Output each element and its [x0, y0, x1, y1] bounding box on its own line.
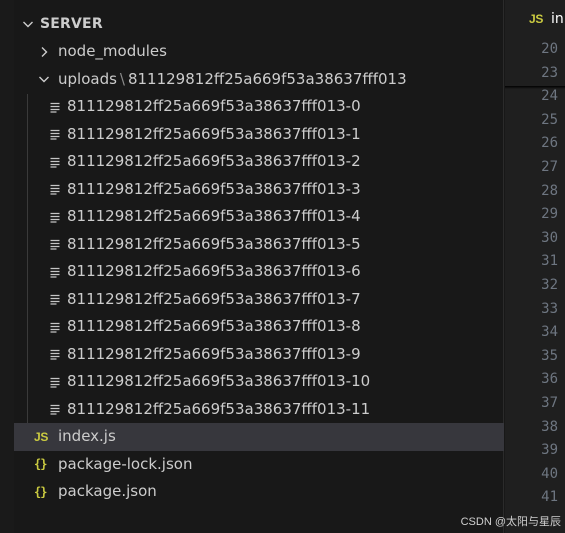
folder-label: uploads	[58, 69, 117, 88]
file-label: 811129812ff25a669f53a38637fff013-10	[67, 372, 371, 391]
tree-item-chunk-file[interactable]: 811129812ff25a669f53a38637fff013-0	[14, 93, 504, 121]
file-lines-icon	[48, 236, 64, 252]
watermark: CSDN @太阳与星辰	[460, 516, 561, 528]
chevron-right-icon	[36, 44, 52, 60]
explorer-panel: SERVER node_modules uploads \ 811129812f…	[0, 0, 504, 533]
section-header-server[interactable]: SERVER	[14, 10, 504, 38]
tree-item-chunk-file[interactable]: 811129812ff25a669f53a38637fff013-5	[14, 231, 504, 259]
line-number: 31	[541, 253, 558, 270]
file-lines-icon	[48, 374, 64, 390]
line-number: 39	[541, 442, 558, 459]
file-label: 811129812ff25a669f53a38637fff013-2	[67, 152, 361, 171]
file-label: package.json	[58, 482, 157, 501]
file-label: 811129812ff25a669f53a38637fff013-7	[67, 289, 361, 308]
file-lines-icon	[48, 264, 64, 280]
line-number: 34	[541, 324, 558, 341]
file-label: package-lock.json	[58, 454, 193, 473]
file-tree: SERVER node_modules uploads \ 811129812f…	[14, 10, 504, 506]
file-label: 811129812ff25a669f53a38637fff013-1	[67, 124, 361, 143]
tree-item-package-json[interactable]: {} package.json	[14, 478, 504, 506]
file-label: 811129812ff25a669f53a38637fff013-9	[67, 344, 361, 363]
line-number-gutter: 20 23 24 25 26 27 28 29 30 31 32 33 34 35 36 37 38 39 40…	[518, 38, 558, 510]
file-lines-icon	[48, 346, 64, 362]
file-label: 811129812ff25a669f53a38637fff013-11	[67, 399, 371, 418]
tree-item-chunk-file[interactable]: 811129812ff25a669f53a38637fff013-6	[14, 258, 504, 286]
subfolder-label: 811129812ff25a669f53a38637fff013	[127, 69, 407, 88]
file-lines-icon	[48, 291, 64, 307]
tree-item-chunk-file[interactable]: 811129812ff25a669f53a38637fff013-11	[14, 396, 504, 424]
sticky-line-number: 20	[541, 41, 558, 57]
tree-item-chunk-file[interactable]: 811129812ff25a669f53a38637fff013-9	[14, 341, 504, 369]
editor-area: JS in 20 23 24 25 26 27 28 29 30 31 32 33 34 35 36 37…	[505, 0, 565, 533]
tree-item-chunk-file[interactable]: 811129812ff25a669f53a38637fff013-3	[14, 176, 504, 204]
sticky-scroll-shadow	[505, 86, 565, 89]
tree-item-node-modules[interactable]: node_modules	[14, 38, 504, 66]
tree-item-package-lock-json[interactable]: {} package-lock.json	[14, 451, 504, 479]
file-label: 811129812ff25a669f53a38637fff013-3	[67, 179, 361, 198]
file-lines-icon	[48, 126, 64, 142]
tree-item-chunk-file[interactable]: 811129812ff25a669f53a38637fff013-8	[14, 313, 504, 341]
file-lines-icon	[48, 209, 64, 225]
file-lines-icon	[48, 401, 64, 417]
file-label: 811129812ff25a669f53a38637fff013-4	[67, 207, 361, 226]
file-lines-icon	[48, 319, 64, 335]
file-label: index.js	[58, 427, 116, 446]
path-separator: \	[119, 69, 125, 88]
file-label: 811129812ff25a669f53a38637fff013-8	[67, 317, 361, 336]
tree-item-chunk-file[interactable]: 811129812ff25a669f53a38637fff013-1	[14, 121, 504, 149]
tree-item-index-js[interactable]: JS index.js	[14, 423, 504, 451]
line-number: 32	[541, 276, 558, 293]
line-number: 29	[541, 206, 558, 223]
line-number: 30	[541, 229, 558, 246]
line-number: 37	[541, 394, 558, 411]
line-number: 40	[541, 465, 558, 482]
line-number: 26	[541, 135, 558, 152]
line-number: 25	[541, 111, 558, 128]
line-number-list: 24 25 26 27 28 29 30 31 32 33 34 35 36 37 38 39 40 41	[518, 85, 558, 510]
file-label: 811129812ff25a669f53a38637fff013-5	[67, 234, 361, 253]
chevron-down-icon	[20, 16, 36, 32]
line-number: 33	[541, 300, 558, 317]
line-number: 27	[541, 158, 558, 175]
line-number: 36	[541, 371, 558, 388]
file-lines-icon	[48, 181, 64, 197]
editor-tab-bar: JS in	[505, 0, 565, 38]
chunk-file-list: 811129812ff25a669f53a38637fff013-0 811129…	[14, 93, 504, 423]
line-number: 35	[541, 347, 558, 364]
chevron-down-icon	[36, 71, 52, 87]
tree-item-chunk-file[interactable]: 811129812ff25a669f53a38637fff013-4	[14, 203, 504, 231]
tab-index-js[interactable]: JS in	[505, 0, 565, 38]
json-file-icon: {}	[34, 484, 47, 499]
file-lines-icon	[48, 154, 64, 170]
line-number: 28	[541, 182, 558, 199]
activity-edge	[0, 0, 14, 533]
tab-label: in	[551, 11, 564, 27]
folder-label: node_modules	[58, 42, 167, 61]
tree-item-chunk-file[interactable]: 811129812ff25a669f53a38637fff013-10	[14, 368, 504, 396]
line-number: 41	[541, 489, 558, 506]
javascript-file-icon: JS	[529, 12, 544, 26]
file-label: 811129812ff25a669f53a38637fff013-6	[67, 262, 361, 281]
javascript-file-icon: JS	[34, 429, 49, 444]
section-title: SERVER	[40, 16, 103, 32]
line-number: 38	[541, 418, 558, 435]
file-label: 811129812ff25a669f53a38637fff013-0	[67, 97, 361, 116]
file-lines-icon	[48, 99, 64, 115]
sticky-line-number: 23	[541, 64, 558, 81]
tree-item-chunk-file[interactable]: 811129812ff25a669f53a38637fff013-7	[14, 286, 504, 314]
tree-item-chunk-file[interactable]: 811129812ff25a669f53a38637fff013-2	[14, 148, 504, 176]
tree-item-uploads[interactable]: uploads \ 811129812ff25a669f53a38637fff0…	[14, 66, 504, 94]
json-file-icon: {}	[34, 457, 47, 472]
